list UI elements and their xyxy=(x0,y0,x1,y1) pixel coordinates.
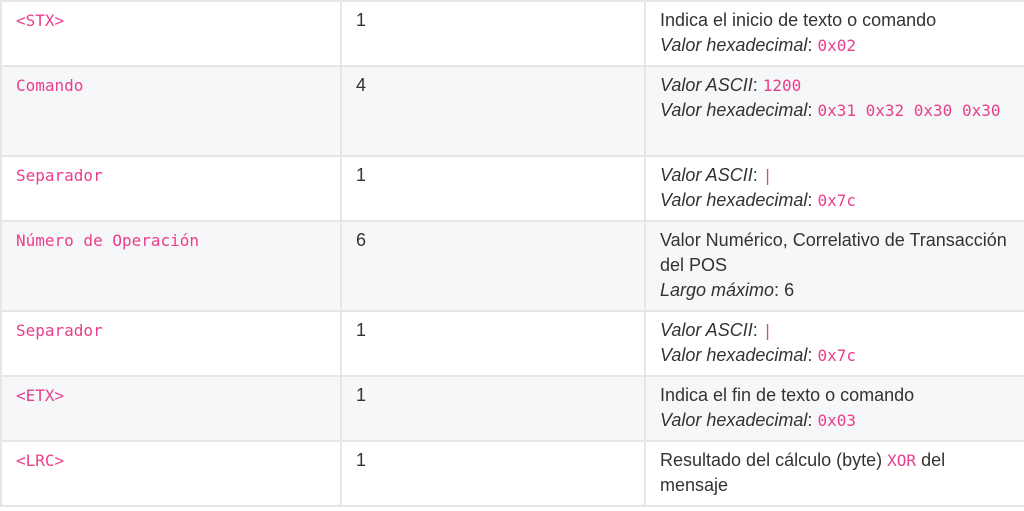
description-cell: Valor ASCII: | Valor hexadecimal: 0x7c xyxy=(644,155,1024,222)
length-cell: 4 xyxy=(340,65,646,157)
ascii-line: Valor ASCII: | xyxy=(660,165,773,185)
hex-line: Valor hexadecimal: 0x7c xyxy=(660,345,856,365)
protocol-table: <STX> 1 Indica el inicio de texto o coma… xyxy=(0,0,1024,507)
length-cell: 6 xyxy=(340,220,646,312)
table-row: Número de Operación 6 Valor Numérico, Co… xyxy=(0,220,1024,312)
length-cell: 1 xyxy=(340,310,646,377)
hex-line: Valor hexadecimal: 0x31 0x32 0x30 0x30 xyxy=(660,100,1001,120)
description-cell: Resultado del cálculo (byte) XOR del men… xyxy=(644,440,1024,507)
max-length-line: Largo máximo: 6 xyxy=(660,280,795,300)
field-cell: <LRC> xyxy=(0,440,342,507)
ascii-line: Valor ASCII: 1200 xyxy=(660,75,802,95)
description-text: Indica el inicio de texto o comando xyxy=(660,10,937,30)
field-cell: <STX> xyxy=(0,0,342,67)
table-row: Separador 1 Valor ASCII: | Valor hexadec… xyxy=(0,155,1024,222)
field-cell: Número de Operación xyxy=(0,220,342,312)
description-text: Valor Numérico, Correlativo de Transacci… xyxy=(660,230,1007,275)
field-cell: Separador xyxy=(0,310,342,377)
table-row: Comando 4 Valor ASCII: 1200 Valor hexade… xyxy=(0,65,1024,157)
length-cell: 1 xyxy=(340,155,646,222)
xor-code: XOR xyxy=(887,451,917,470)
description-cell: Indica el fin de texto o comando Valor h… xyxy=(644,375,1024,442)
description-cell: Valor ASCII: 1200 Valor hexadecimal: 0x3… xyxy=(644,65,1024,157)
length-cell: 1 xyxy=(340,440,646,507)
description-text: Resultado del cálculo (byte) xyxy=(660,450,883,470)
field-cell: Separador xyxy=(0,155,342,222)
ascii-line: Valor ASCII: | xyxy=(660,320,773,340)
hex-line: Valor hexadecimal: 0x02 xyxy=(660,35,856,55)
description-cell: Valor ASCII: | Valor hexadecimal: 0x7c xyxy=(644,310,1024,377)
description-cell: Valor Numérico, Correlativo de Transacci… xyxy=(644,220,1024,312)
length-cell: 1 xyxy=(340,0,646,67)
table-row: <STX> 1 Indica el inicio de texto o coma… xyxy=(0,0,1024,67)
field-cell: <ETX> xyxy=(0,375,342,442)
description-cell: Indica el inicio de texto o comando Valo… xyxy=(644,0,1024,67)
table-row: <ETX> 1 Indica el fin de texto o comando… xyxy=(0,375,1024,442)
length-cell: 1 xyxy=(340,375,646,442)
table-row: <LRC> 1 Resultado del cálculo (byte) XOR… xyxy=(0,440,1024,507)
hex-line: Valor hexadecimal: 0x7c xyxy=(660,190,856,210)
description-text: Indica el fin de texto o comando xyxy=(660,385,915,405)
table-row: Separador 1 Valor ASCII: | Valor hexadec… xyxy=(0,310,1024,377)
hex-line: Valor hexadecimal: 0x03 xyxy=(660,410,856,430)
field-cell: Comando xyxy=(0,65,342,157)
